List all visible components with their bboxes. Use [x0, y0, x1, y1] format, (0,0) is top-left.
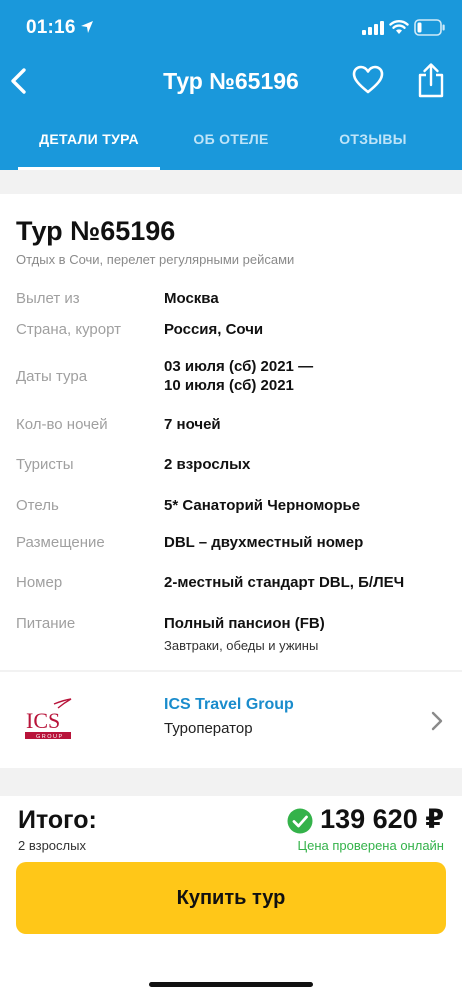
- destination-label: Страна, курорт: [16, 321, 121, 338]
- tour-subtitle: Отдых в Сочи, перелет регулярными рейсам…: [16, 252, 295, 267]
- hotel-value: 5* Санаторий Черноморье: [164, 497, 361, 514]
- battery-icon: [414, 19, 445, 36]
- status-time: 01:16: [26, 17, 76, 38]
- cellular-signal-icon: [362, 21, 384, 35]
- tab-about-hotel[interactable]: ОБ ОТЕЛЕ: [160, 112, 302, 170]
- departure-value: Москва: [164, 290, 219, 307]
- price-verified-note: Цена проверена онлайн: [297, 838, 444, 853]
- location-arrow-icon: [81, 21, 93, 33]
- ics-logo: ICS GROUP: [24, 698, 72, 744]
- dates-label: Даты тура: [16, 368, 88, 385]
- favorite-heart-icon[interactable]: [352, 64, 384, 96]
- nights-label: Кол-во ночей: [16, 416, 108, 433]
- room-label: Номер: [16, 574, 63, 591]
- tab-reviews[interactable]: ОТЗЫВЫ: [302, 112, 444, 170]
- operator-name[interactable]: ICS Travel Group: [164, 696, 294, 714]
- verified-check-icon: [287, 808, 313, 834]
- checkout-footer: Итого: 2 взрослых 139 620 ₽ Цена провере…: [0, 796, 462, 1000]
- ics-logo-subtext: GROUP: [36, 734, 64, 740]
- accommodation-value: DBL – двухместный номер: [164, 534, 364, 551]
- total-label: Итого:: [18, 806, 97, 834]
- accommodation-label: Размещение: [16, 534, 105, 551]
- operator-role: Туроператор: [164, 720, 253, 737]
- buy-tour-button[interactable]: Купить тур: [16, 862, 446, 934]
- hotel-label: Отель: [16, 497, 59, 514]
- meals-note: Завтраки, обеды и ужины: [164, 638, 319, 653]
- home-indicator[interactable]: [149, 982, 313, 987]
- dates-value-end: 10 июля (сб) 2021: [164, 377, 294, 394]
- tour-title: Тур №65196: [16, 216, 176, 246]
- chevron-right-icon[interactable]: [430, 710, 444, 732]
- wifi-icon: [389, 20, 409, 34]
- tourists-label: Туристы: [16, 456, 74, 473]
- status-bar: 01:16: [0, 0, 462, 56]
- dates-value-start: 03 июля (сб) 2021 —: [164, 358, 314, 375]
- room-value: 2-местный стандарт DBL, Б/ЛЕЧ: [164, 574, 405, 591]
- tour-details-card: Тур №65196 Отдых в Сочи, перелет регуляр…: [0, 194, 462, 670]
- active-tab-indicator: [18, 167, 160, 170]
- page-title: Тур №65196: [163, 68, 299, 94]
- total-price: 139 620 ₽: [320, 804, 444, 834]
- ics-logo-text: ICS: [26, 708, 60, 733]
- header: 01:16 Тур №65196 ДЕТАЛИ ТУРА ОБ ОТЕЛЕ ОТ…: [0, 0, 462, 170]
- total-tourists: 2 взрослых: [18, 838, 86, 853]
- departure-label: Вылет из: [16, 290, 80, 307]
- tab-bar: ДЕТАЛИ ТУРА ОБ ОТЕЛЕ ОТЗЫВЫ: [0, 112, 462, 170]
- tab-tour-details[interactable]: ДЕТАЛИ ТУРА: [18, 112, 160, 170]
- share-icon[interactable]: [417, 62, 445, 98]
- meals-value: Полный пансион (FB): [164, 615, 325, 632]
- meals-label: Питание: [16, 615, 76, 632]
- tourists-value: 2 взрослых: [164, 456, 251, 473]
- destination-value: Россия, Сочи: [164, 321, 264, 338]
- nights-value: 7 ночей: [164, 416, 221, 433]
- tour-operator-row[interactable]: ICS GROUP ICS Travel Group Туроператор: [0, 672, 462, 768]
